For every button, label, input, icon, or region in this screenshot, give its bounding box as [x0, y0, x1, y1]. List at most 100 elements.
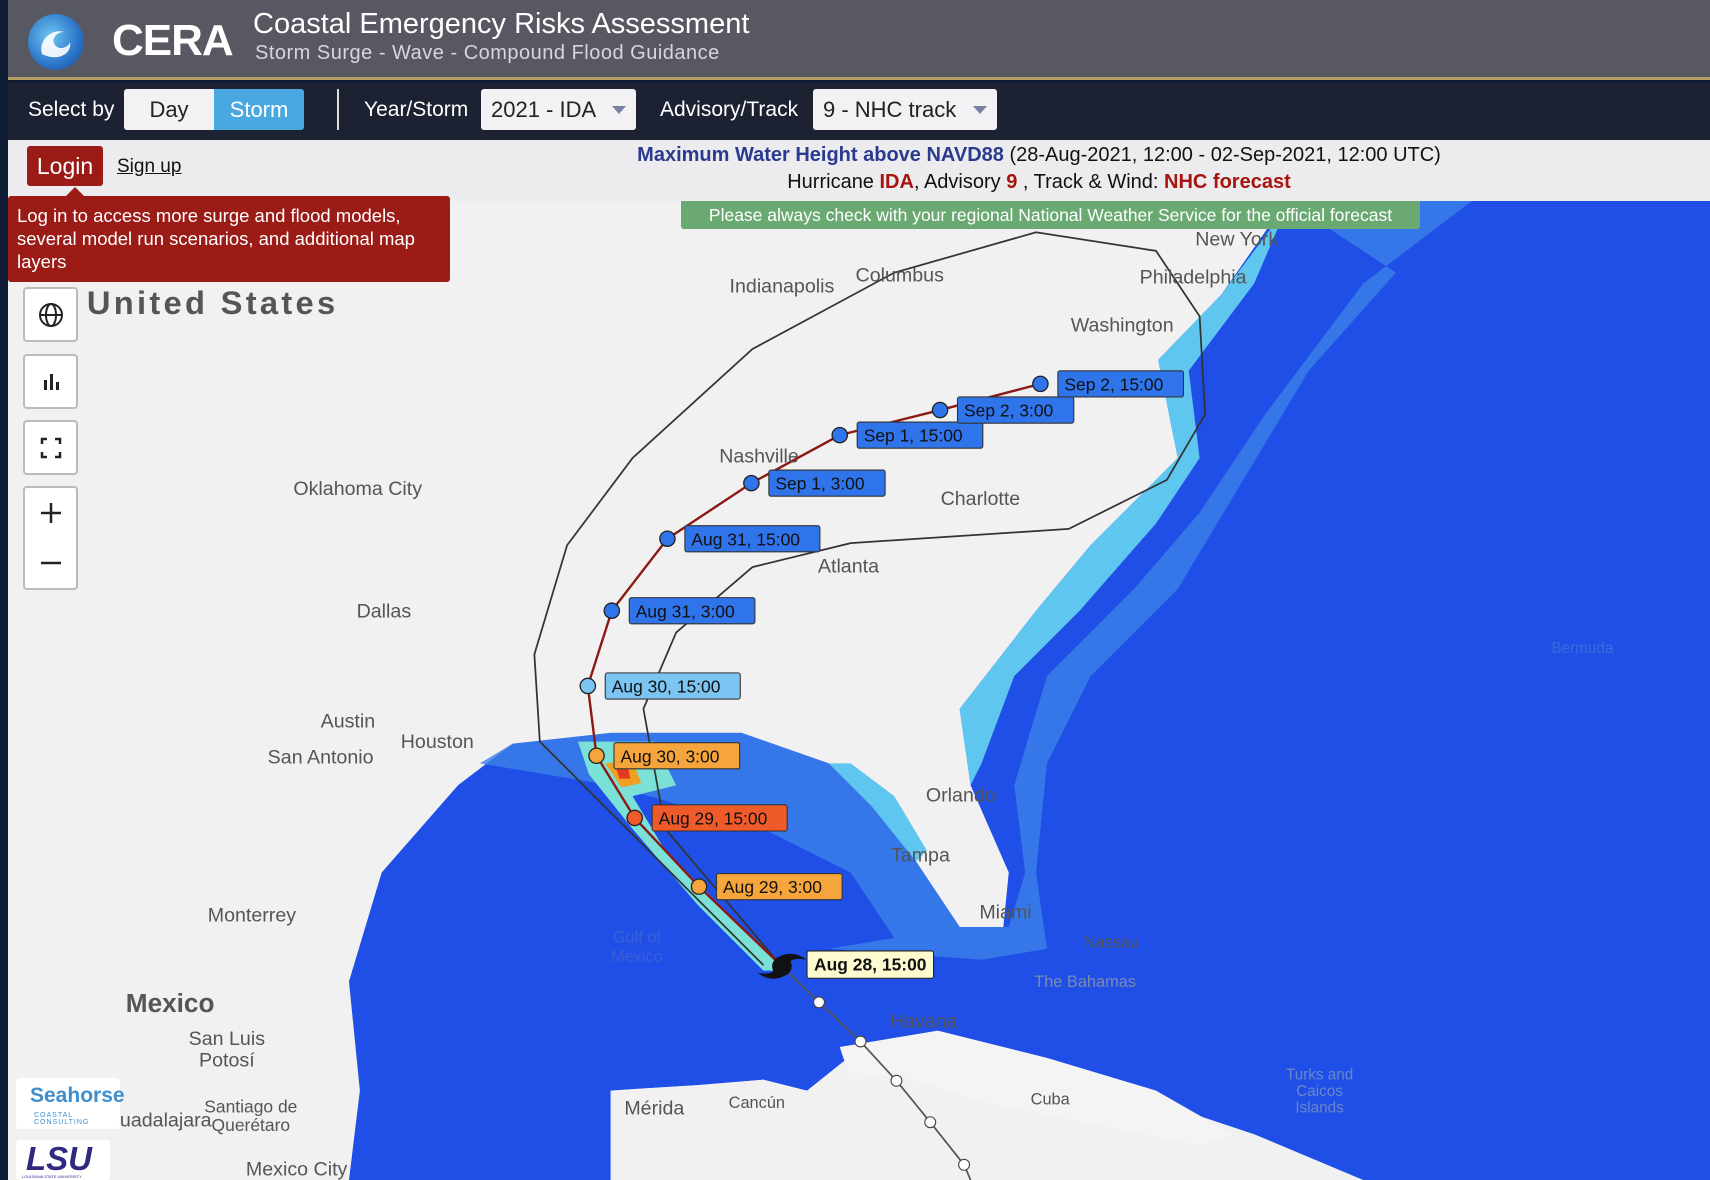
- city-indianapolis: Indianapolis: [730, 275, 835, 297]
- city-nashville: Nashville: [719, 445, 799, 467]
- product-title: Maximum Water Height above NAVD88 (28-Au…: [8, 144, 1710, 167]
- track-label-text: Aug 31, 3:00: [636, 601, 735, 621]
- zoom-in-icon[interactable]: [36, 498, 66, 528]
- forecast-track-point[interactable]: [626, 809, 643, 827]
- select-by-label: Select by: [28, 98, 115, 121]
- forecast-track-point[interactable]: [931, 401, 949, 419]
- info-bar: Maximum Water Height above NAVD88 (28-Au…: [8, 140, 1710, 201]
- basemap-button[interactable]: [23, 287, 78, 342]
- current-time-text: Aug 28, 15:00: [814, 955, 926, 975]
- advisory-track-value: 9 - NHC track: [823, 97, 957, 122]
- lsu-logo-subtext: LOUISIANA STATE UNIVERSITY: [22, 1174, 82, 1179]
- forecast-track-point[interactable]: [690, 878, 708, 895]
- city-austin: Austin: [321, 710, 376, 732]
- zoom-control: [23, 486, 78, 590]
- city-columbus: Columbus: [856, 264, 945, 286]
- past-track-point[interactable]: [958, 1158, 971, 1171]
- past-track-point[interactable]: [890, 1074, 903, 1087]
- city-atlanta: Atlanta: [818, 556, 879, 578]
- label-cuba: Cuba: [1031, 1091, 1071, 1109]
- track-label-text: Aug 31, 15:00: [691, 529, 800, 549]
- login-tooltip: Log in to access more surge and flood mo…: [8, 187, 450, 282]
- product-name: Maximum Water Height above NAVD88: [637, 144, 1004, 166]
- city-charlotte: Charlotte: [941, 488, 1021, 510]
- city-san-antonio: San Antonio: [268, 746, 374, 768]
- city-orlando: Orlando: [926, 785, 996, 807]
- seahorse-logo-subtext: COASTAL CONSULTING: [34, 1112, 90, 1126]
- track-label-text: Sep 1, 15:00: [864, 426, 963, 446]
- label-caicos: Caicos: [1296, 1083, 1343, 1100]
- cera-logo: [28, 14, 84, 70]
- hurricane-label: Hurricane: [787, 171, 880, 193]
- forecast-track-point[interactable]: [579, 677, 597, 695]
- app-subtitle: Storm Surge - Wave - Compound Flood Guid…: [255, 42, 720, 64]
- brand-name: CERA: [112, 16, 234, 65]
- seahorse-logo-text: Seahorse: [30, 1084, 125, 1107]
- product-period: (28-Aug-2021, 12:00 - 02-Sep-2021, 12:00…: [1003, 144, 1441, 166]
- track-source: NHC forecast: [1164, 171, 1291, 193]
- city-washington: Washington: [1071, 315, 1174, 337]
- advisory-track-select[interactable]: 9 - NHC track: [813, 89, 997, 130]
- zoom-out-icon[interactable]: [36, 548, 66, 578]
- nws-notice-banner: Please always check with your regional N…: [681, 201, 1420, 229]
- city-queretaro: Querétaro: [212, 1115, 291, 1135]
- forecast-track-point[interactable]: [1032, 375, 1049, 393]
- city-monterrey: Monterrey: [208, 905, 297, 927]
- forecast-track-point[interactable]: [588, 747, 605, 765]
- past-track-point[interactable]: [813, 996, 826, 1009]
- map[interactable]: United States Indianapolis Columbus New …: [8, 201, 1710, 1180]
- year-storm-value: 2021 - IDA: [491, 97, 597, 122]
- label-gulf-mexico: Mexico: [611, 948, 663, 966]
- year-storm-select[interactable]: 2021 - IDA: [481, 89, 636, 130]
- forecast-track-point[interactable]: [743, 474, 760, 492]
- advisory-track-label: Advisory/Track: [660, 98, 799, 121]
- city-havana: Havana: [890, 1010, 958, 1032]
- city-san-luis: San Luis: [189, 1028, 266, 1050]
- track-label-text: Aug 30, 3:00: [621, 746, 720, 766]
- track-label-text: Sep 2, 15:00: [1064, 374, 1163, 394]
- city-merida: Mérida: [624, 1098, 684, 1120]
- storm-toggle[interactable]: Storm: [214, 89, 304, 130]
- fullscreen-button[interactable]: [23, 420, 78, 475]
- bar-chart-icon: [43, 373, 59, 390]
- forecast-track-point[interactable]: [831, 426, 849, 444]
- track-label-text: Aug 29, 15:00: [659, 808, 768, 828]
- track-label-text: Aug 29, 3:00: [723, 877, 822, 897]
- city-tampa: Tampa: [891, 845, 950, 867]
- city-cancun: Cancún: [729, 1094, 785, 1112]
- city-oklahoma-city: Oklahoma City: [293, 478, 422, 500]
- city-guadalajara: Guadalajara: [105, 1110, 212, 1132]
- label-mexico: Mexico: [126, 988, 215, 1018]
- advisory-label: , Advisory: [913, 171, 1007, 193]
- advisory-number: 9: [1006, 171, 1018, 193]
- forecast-track-point[interactable]: [603, 602, 621, 620]
- day-toggle[interactable]: Day: [124, 89, 214, 130]
- seahorse-logo: Seahorse COASTAL CONSULTING: [16, 1078, 125, 1129]
- forecast-track-point[interactable]: [659, 530, 676, 548]
- city-dallas: Dallas: [357, 600, 412, 622]
- past-track-point[interactable]: [854, 1035, 867, 1048]
- current-position-label: Aug 28, 15:00: [806, 950, 935, 979]
- fullscreen-icon: [40, 437, 61, 458]
- year-storm-label: Year/Storm: [364, 98, 469, 121]
- login-button[interactable]: Login: [27, 146, 103, 186]
- chart-button[interactable]: [23, 354, 78, 409]
- lsu-logo-text: LSU: [26, 1140, 92, 1177]
- signup-link[interactable]: Sign up: [117, 156, 181, 178]
- label-turks: Turks and: [1286, 1067, 1353, 1084]
- city-houston: Houston: [401, 731, 474, 753]
- map-canvas[interactable]: United States Indianapolis Columbus New …: [8, 201, 1710, 1180]
- city-miami: Miami: [979, 901, 1031, 923]
- label-bermuda: Bermuda: [1551, 640, 1613, 657]
- storm-name: IDA: [879, 171, 914, 193]
- track-label: , Track & Wind:: [1017, 171, 1165, 193]
- toolbar: Select by Day Storm Year/Storm 2021 - ID…: [8, 83, 1710, 140]
- label-islands: Islands: [1295, 1099, 1344, 1116]
- storm-info: Hurricane IDA, Advisory 9 , Track & Wind…: [8, 171, 1710, 194]
- label-united-states: United States: [87, 284, 339, 321]
- app-header: CERA Coastal Emergency Risks Assessment …: [8, 0, 1710, 80]
- label-gulf-of: Gulf of: [613, 928, 662, 946]
- app-title: Coastal Emergency Risks Assessment: [253, 8, 750, 40]
- past-track-point[interactable]: [924, 1116, 937, 1129]
- track-label-text: Aug 30, 15:00: [612, 677, 721, 697]
